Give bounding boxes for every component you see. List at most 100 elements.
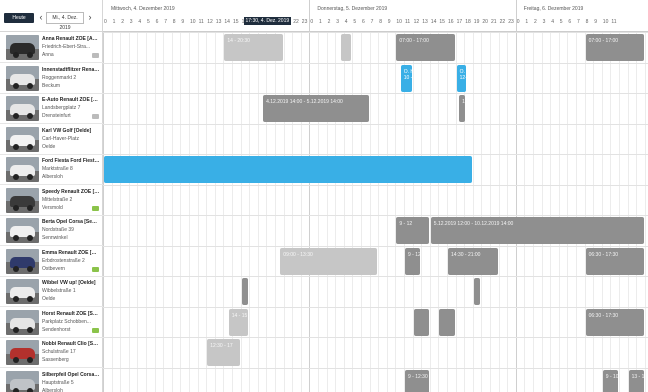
vehicle-photo [6, 187, 39, 213]
booking-bar[interactable]: 14 - 15 [228, 308, 249, 336]
vehicle-name: Emma Renault ZOE [Ostb... [42, 249, 100, 256]
vehicle-city: Beckum [42, 82, 61, 89]
booking-bar[interactable]: 06:30 - 17:30 [585, 247, 644, 275]
row-gridline [103, 184, 648, 186]
chevron-left-icon[interactable]: ‹ [37, 11, 45, 24]
booking-bar[interactable]: 14 - 20:30 [224, 34, 283, 61]
booking-bar[interactable]: 9 - 12:30 [405, 369, 429, 392]
vehicle-photo [6, 157, 39, 182]
booking-bar[interactable] [241, 278, 248, 305]
booking-bar[interactable] [104, 156, 472, 183]
hour-gridline [584, 32, 586, 392]
date-picker-field[interactable]: Mi., 4. Dez. 2019 [46, 12, 84, 31]
booking-bar[interactable]: 9 - 12 [396, 217, 429, 244]
car-wheel [13, 357, 19, 363]
booking-bar[interactable]: O. Hec 12-30 [456, 64, 466, 92]
booking-bar[interactable]: 07:00 - 17:00 [585, 34, 644, 61]
booking-bar[interactable] [473, 278, 480, 305]
booking-bar[interactable]: 06:30 - 17:30 [585, 308, 644, 336]
vehicle-photo [6, 65, 39, 91]
today-button[interactable]: Heute [4, 13, 34, 23]
day-label: Mittwoch, 4. Dezember 2019 [111, 6, 175, 12]
vehicle-address: Landsbergplatz 7 [42, 105, 81, 111]
booking-bar[interactable]: 09:00 - 13:30 [280, 247, 378, 275]
hour-gridline [472, 32, 474, 392]
vehicle-name: Innenstadtflitzer Renault ... [42, 66, 100, 73]
vehicle-name: Horst Renault ZOE [Sende... [42, 310, 100, 317]
booking-bar[interactable]: 14:30 - 21:00 [448, 247, 498, 275]
vehicle-city: Anna [42, 52, 54, 58]
booking-bar[interactable]: 9 - 12 [405, 247, 421, 275]
car-wheel [27, 326, 33, 333]
car-wheel [13, 52, 19, 58]
vehicle-row[interactable]: Innenstadtflitzer Renault ... Roggenmarkt… [0, 63, 103, 94]
hour-gridline [146, 32, 147, 392]
hour-gridline [300, 32, 302, 392]
day-separator [515, 0, 517, 32]
car-wheel [13, 235, 19, 241]
vehicle-row[interactable]: E-Auto Renault ZOE [Dren... Landsbergplat… [0, 93, 103, 124]
hour-gridline [197, 32, 199, 392]
vehicle-row[interactable]: Anna Renault ZOE [Anna] Friedrich-Ebert-S… [0, 32, 103, 63]
booking-bar[interactable] [439, 308, 455, 336]
row-gridline [103, 123, 648, 125]
vehicle-row[interactable]: Horst Renault ZOE [Sende...Parkplatz Sch… [0, 307, 103, 338]
vehicle-row[interactable]: Silberpfeil Opel Corsa [Al...Hauptstraße… [0, 368, 103, 392]
row-gridline [103, 32, 648, 33]
vehicle-address: Hauptstraße 5 [42, 379, 74, 386]
vehicle-row[interactable]: Ford Fiesta Ford Fiesta [A... Marktstraße… [0, 154, 103, 185]
booking-bar[interactable]: 13 - 14 [628, 369, 644, 392]
calendar-toolbar: Heute ‹ Mi., 4. Dez. 2019 › [0, 0, 103, 32]
vehicle-city: Drensteinfurt [42, 113, 71, 119]
row-gridline [103, 306, 648, 308]
row-gridline [103, 337, 648, 338]
vehicle-city: Sassenberg [42, 357, 69, 363]
car-wheel [27, 387, 33, 392]
booking-bar[interactable]: 4.12.2019 14:00 - 5.12.2019 14:00 [263, 95, 369, 122]
vehicle-row[interactable]: Nobbi Renault Clio [Sass... Schulstraße 1… [0, 337, 103, 368]
hour-gridline [636, 32, 638, 392]
row-gridline [103, 62, 648, 64]
vehicle-row[interactable]: Berta Opel Corsa [Sennwi... Nordstraße 39… [0, 215, 103, 246]
vehicle-row[interactable]: Emma Renault ZOE [Ostb...Erbdrostenstraß… [0, 246, 103, 277]
car-wheel [13, 143, 19, 150]
hour-gridline [593, 32, 595, 392]
booking-bar[interactable] [413, 308, 429, 336]
car-wheel [27, 357, 33, 363]
hour-gridline [576, 32, 577, 392]
vehicle-row[interactable]: Karl VW Golf [Oelde] Carl-Haver-Platz Oeld… [0, 124, 103, 155]
vehicle-row[interactable]: Wibbel VW up! [Oelde] Wibbelstraße 1 Oelde [0, 276, 103, 307]
vehicle-city: Albersloh [42, 387, 63, 392]
row-gridline [103, 276, 648, 277]
booking-bar[interactable]: O. Hock 10 - 12 [400, 64, 412, 92]
vehicle-address: Mittelstraße 2 [42, 196, 73, 203]
chevron-right-icon[interactable]: › [86, 11, 94, 24]
hour-gridline [481, 32, 483, 392]
booking-bar[interactable] [340, 34, 352, 61]
booking-bar[interactable]: 16 [459, 95, 466, 122]
vehicle-name: Karl VW Golf [Oelde] [42, 127, 92, 134]
vehicle-name: Silberpfeil Opel Corsa [Al... [42, 371, 100, 378]
booking-bar[interactable]: 12:30 - 17 [207, 339, 240, 366]
day-label: Freitag, 6. Dezember 2019 [523, 6, 584, 12]
booking-bar[interactable]: 07:00 - 17:00 [396, 34, 455, 61]
hour-gridline [541, 32, 543, 392]
booking-calendar: Heute ‹ Mi., 4. Dez. 2019 › Anna Renault… [0, 0, 648, 392]
hour-gridline [644, 32, 646, 392]
status-badge [92, 114, 99, 119]
booking-bar[interactable]: 9 - 10:30 [602, 369, 618, 392]
hour-gridline [343, 32, 345, 392]
hour-gridline [283, 32, 285, 392]
vehicle-name: Berta Opel Corsa [Sennwi... [42, 219, 100, 225]
hour-gridline [412, 32, 414, 392]
hour-gridline [171, 32, 173, 392]
hour-gridline [206, 32, 208, 392]
status-badge [92, 327, 99, 333]
booking-bar[interactable]: 5.12.2019 12:00 - 10.12.2019 14:00 [430, 217, 644, 244]
vehicle-row[interactable]: Speedy Renault ZOE [Vers...Mittelstraße … [0, 185, 103, 216]
hour-gridline [438, 32, 440, 392]
car-wheel [13, 204, 19, 211]
hour-gridline [128, 32, 130, 392]
hour-gridline [447, 32, 448, 392]
hour-gridline [309, 32, 311, 392]
